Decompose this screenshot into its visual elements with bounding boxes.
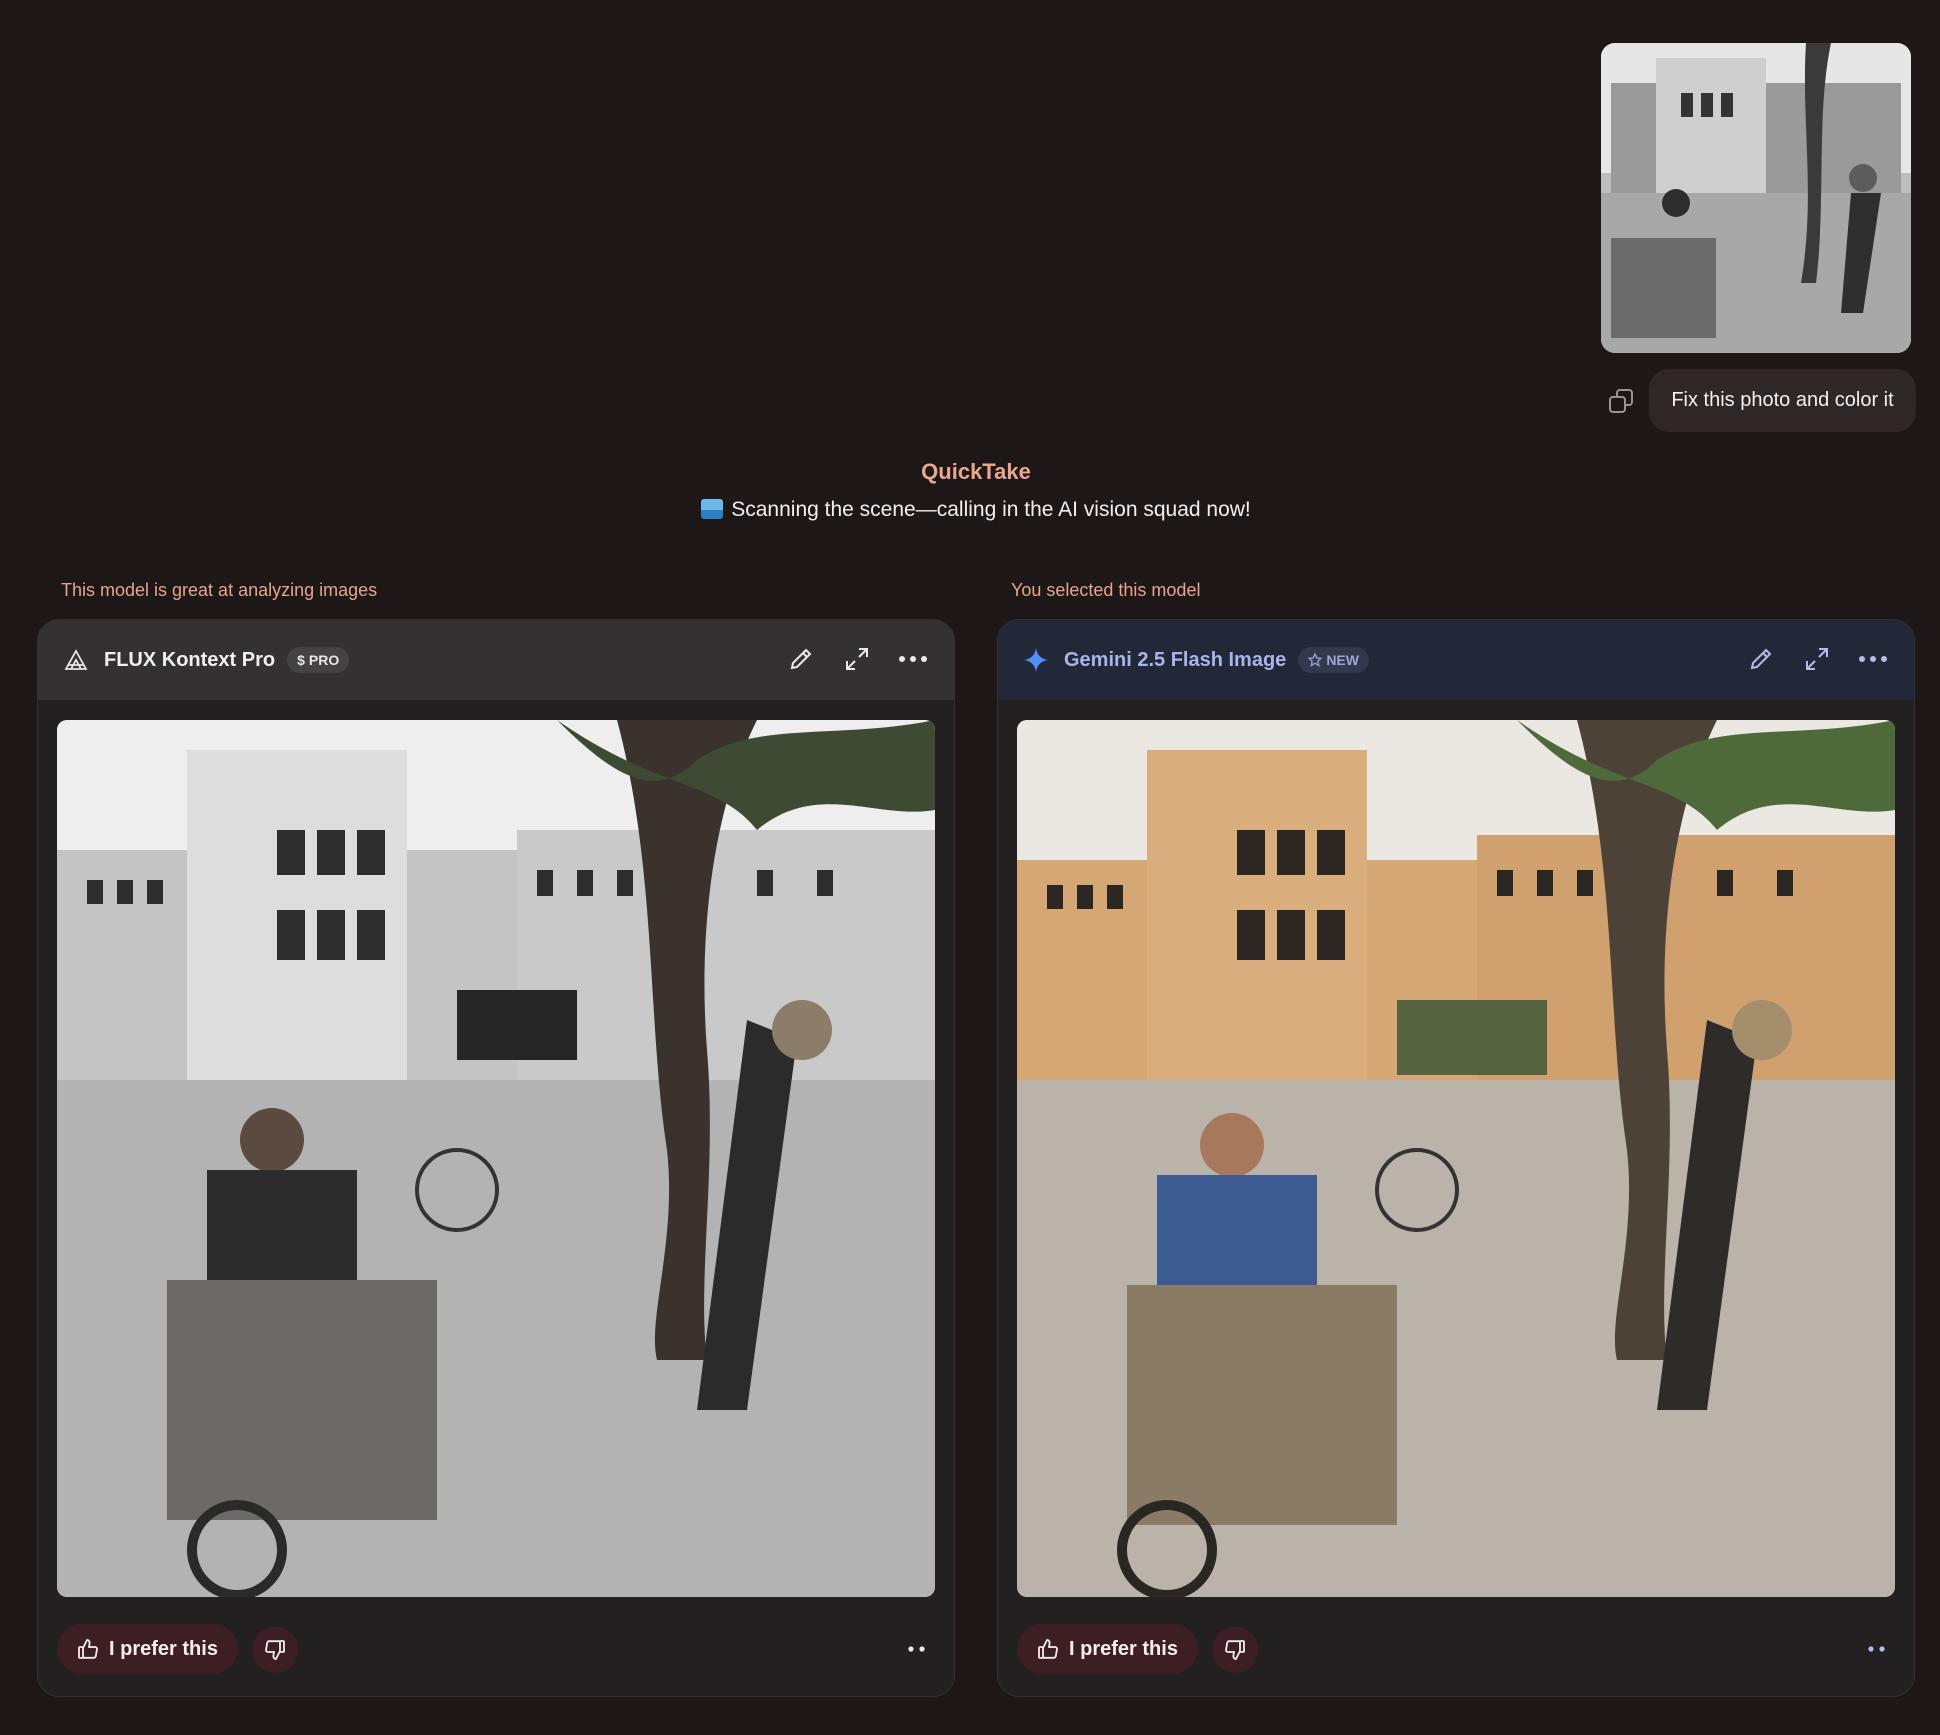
badge-label: NEW bbox=[1326, 652, 1359, 668]
more-options-button[interactable] bbox=[898, 642, 928, 676]
quicktake-text: Scanning the scene—calling in the AI vis… bbox=[731, 498, 1251, 521]
quicktake-message: Scanning the scene—calling in the AI vis… bbox=[0, 498, 1940, 522]
result-image-flux-icon bbox=[57, 720, 935, 1597]
more-options-button[interactable] bbox=[1858, 642, 1888, 676]
expand-button[interactable] bbox=[1802, 642, 1832, 676]
prefer-this-label: I prefer this bbox=[1069, 1637, 1178, 1660]
card-footer: I prefer this bbox=[57, 1624, 935, 1674]
result-image[interactable] bbox=[1017, 720, 1895, 1597]
user-photo-placeholder-icon bbox=[1601, 43, 1911, 353]
copy-icon bbox=[1609, 389, 1633, 413]
model-name: FLUX Kontext Pro bbox=[104, 648, 276, 671]
dollar-icon: $ bbox=[297, 652, 305, 668]
more-horizontal-icon bbox=[1859, 656, 1887, 662]
prefer-this-button[interactable]: I prefer this bbox=[57, 1624, 238, 1674]
prefer-this-label: I prefer this bbox=[109, 1637, 218, 1660]
new-badge: NEW bbox=[1298, 647, 1369, 673]
user-message-text: Fix this photo and color it bbox=[1671, 389, 1894, 411]
card-note-left: This model is great at analyzing images bbox=[61, 580, 378, 600]
star-icon bbox=[1308, 653, 1323, 667]
image-landscape-emoji-icon bbox=[701, 499, 724, 519]
pencil-icon bbox=[1750, 648, 1772, 670]
more-dots-icon bbox=[1868, 1646, 1885, 1652]
badge-label: PRO bbox=[308, 652, 340, 668]
expand-icon bbox=[1806, 648, 1828, 670]
copy-button[interactable] bbox=[1607, 387, 1637, 417]
footer-more-button[interactable] bbox=[1859, 1632, 1895, 1666]
user-message-bubble: Fix this photo and color it bbox=[1649, 369, 1916, 432]
prefer-this-button[interactable]: I prefer this bbox=[1017, 1624, 1198, 1674]
thumbs-up-icon bbox=[1038, 1639, 1058, 1659]
result-image-gemini-icon bbox=[1017, 720, 1895, 1597]
thumbs-down-icon bbox=[265, 1640, 285, 1660]
edit-button[interactable] bbox=[786, 642, 816, 676]
card-header: Gemini 2.5 Flash Image NEW bbox=[998, 620, 1914, 700]
more-horizontal-icon bbox=[899, 656, 927, 662]
thumbs-down-button[interactable] bbox=[1212, 1627, 1258, 1673]
card-footer: I prefer this bbox=[1017, 1624, 1895, 1674]
model-name: Gemini 2.5 Flash Image bbox=[1064, 648, 1287, 671]
thumbs-up-icon bbox=[78, 1639, 98, 1659]
more-dots-icon bbox=[908, 1646, 925, 1652]
expand-button[interactable] bbox=[842, 642, 872, 676]
pro-badge: $ PRO bbox=[287, 647, 350, 673]
expand-icon bbox=[846, 648, 868, 670]
card-header: FLUX Kontext Pro $ PRO bbox=[38, 620, 954, 700]
model-card-flux: FLUX Kontext Pro $ PRO I prefer this bbox=[37, 619, 955, 1697]
model-card-gemini: Gemini 2.5 Flash Image NEW I prefer this bbox=[997, 619, 1915, 1697]
result-image[interactable] bbox=[57, 720, 935, 1597]
flux-triangle-icon bbox=[64, 648, 88, 672]
thumbs-down-icon bbox=[1225, 1640, 1245, 1660]
footer-more-button[interactable] bbox=[899, 1632, 935, 1666]
gemini-sparkle-icon bbox=[1024, 648, 1048, 672]
edit-button[interactable] bbox=[1746, 642, 1776, 676]
pencil-icon bbox=[790, 648, 812, 670]
thumbs-down-button[interactable] bbox=[252, 1627, 298, 1673]
quicktake-title: QuickTake bbox=[921, 459, 1031, 484]
card-note-right: You selected this model bbox=[1011, 580, 1201, 600]
user-uploaded-photo[interactable] bbox=[1601, 43, 1911, 353]
